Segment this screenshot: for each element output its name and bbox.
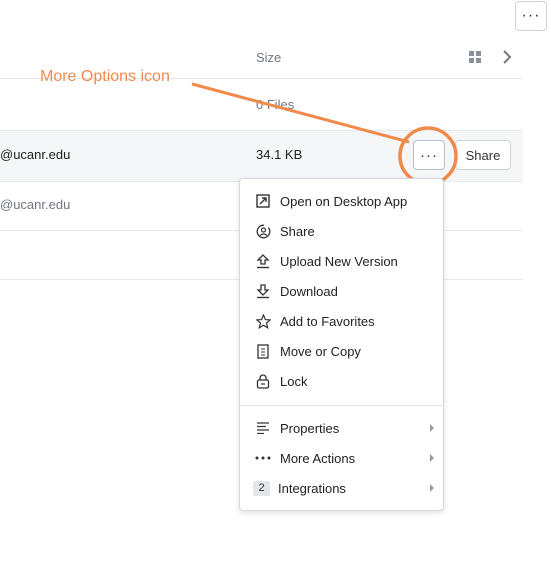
share-people-icon: [255, 223, 271, 239]
more-horizontal-icon: ···: [420, 146, 438, 164]
menu-item-label: Move or Copy: [280, 343, 361, 359]
row-owner: @ucanr.edu: [0, 147, 71, 162]
menu-item-download[interactable]: Download: [240, 276, 443, 306]
star-icon: [255, 313, 271, 329]
menu-item-add-favorites[interactable]: Add to Favorites: [240, 306, 443, 336]
menu-item-move-copy[interactable]: Move or Copy: [240, 336, 443, 366]
menu-divider: [240, 405, 443, 406]
more-actions-icon: [255, 450, 271, 466]
submenu-arrow-icon: [430, 454, 434, 462]
menu-item-more-actions[interactable]: More Actions: [240, 443, 443, 473]
row-owner: @ucanr.edu: [0, 197, 71, 212]
external-open-icon: [255, 193, 271, 209]
menu-item-lock[interactable]: Lock: [240, 366, 443, 396]
more-horizontal-icon: ···: [521, 7, 541, 24]
chevron-right-icon[interactable]: [500, 48, 514, 66]
row-more-options-button[interactable]: ···: [413, 140, 445, 170]
menu-item-properties[interactable]: Properties: [240, 413, 443, 443]
menu-item-label: Integrations: [278, 480, 346, 496]
menu-item-open-desktop[interactable]: Open on Desktop App: [240, 186, 443, 216]
menu-item-share[interactable]: Share: [240, 216, 443, 246]
menu-item-label: More Actions: [280, 450, 356, 466]
menu-item-label: Upload New Version: [280, 253, 398, 269]
download-icon: [255, 283, 271, 299]
submenu-arrow-icon: [430, 484, 434, 492]
menu-item-label: Properties: [280, 420, 340, 436]
row-size: 0 Files: [256, 97, 295, 112]
properties-icon: [255, 420, 271, 436]
menu-item-integrations[interactable]: 2 Integrations: [240, 473, 443, 503]
lock-icon: [255, 373, 271, 389]
share-button[interactable]: Share: [455, 140, 511, 170]
row-size: 34.1 KB: [256, 147, 303, 162]
integrations-count-badge: 2: [253, 480, 270, 496]
size-column-header[interactable]: Size: [256, 50, 281, 65]
menu-item-label: Share: [280, 223, 315, 239]
menu-item-label: Lock: [280, 373, 308, 389]
menu-item-upload-new-version[interactable]: Upload New Version: [240, 246, 443, 276]
submenu-arrow-icon: [430, 424, 434, 432]
annotation-label: More Options icon: [40, 68, 170, 85]
menu-item-label: Download: [280, 283, 338, 299]
menu-item-label: Add to Favorites: [280, 313, 375, 329]
copy-icon: [255, 343, 271, 359]
upload-icon: [255, 253, 271, 269]
context-menu: Open on Desktop App Share Upload New Ver…: [239, 178, 444, 511]
top-more-options-button[interactable]: ···: [515, 1, 547, 31]
grid-view-icon[interactable]: [468, 50, 482, 64]
menu-item-label: Open on Desktop App: [280, 193, 408, 209]
